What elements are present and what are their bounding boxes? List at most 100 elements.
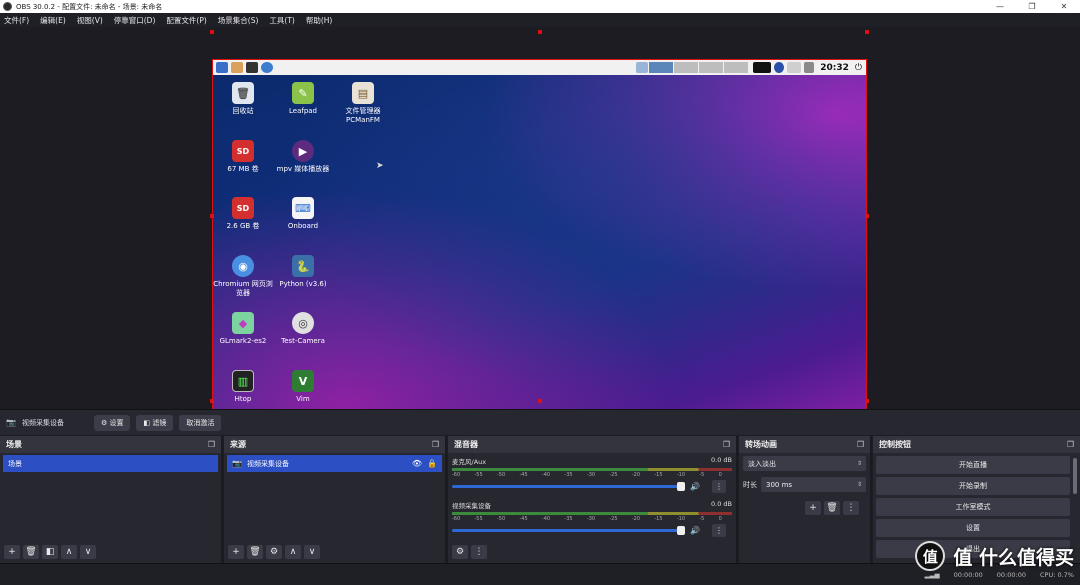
source-item-label: 视频采集设备 <box>246 459 289 468</box>
desktop-icon-glmark2[interactable]: ◆ GLmark2-es2 <box>213 312 273 346</box>
desktop-icon-htop[interactable]: ▥ Htop <box>213 370 273 404</box>
speaker-icon[interactable]: 🔊 <box>690 526 700 535</box>
desktop-icon-label: Leafpad <box>288 107 317 115</box>
audio-mixer-dock: 混音器 ❐ 麦克风/Aux 0.0 dB -60 -55 -50 -45 -40 -35 -3… <box>448 436 738 563</box>
minimize-button[interactable]: — <box>984 2 1016 11</box>
tick: -55 <box>474 472 483 478</box>
source-filters-button[interactable]: ◧ 滤镜 <box>136 414 174 431</box>
desktop-icon-vim[interactable]: V Vim <box>273 370 333 404</box>
move-down-button[interactable]: ∨ <box>304 545 320 559</box>
resize-handle-se[interactable] <box>865 399 869 403</box>
desktop-icon-trash[interactable]: 🗑 回收站 <box>213 82 273 116</box>
tick: -30 <box>586 472 596 478</box>
desktop-icon-pcmanfm[interactable]: ▤ 文件管理器 PCManFM <box>333 82 393 125</box>
menu-profile[interactable]: 配置文件(P) <box>166 15 206 26</box>
move-up-button[interactable]: ∧ <box>61 545 77 559</box>
add-transition-button[interactable]: + <box>805 501 821 515</box>
deactivate-button[interactable]: 取消激活 <box>179 414 222 431</box>
desktop-icon-test-camera[interactable]: ◎ Test-Camera <box>273 312 333 346</box>
undock-icon[interactable]: ❐ <box>857 440 864 449</box>
desktop-icon-label: mpv 媒体播放器 <box>276 165 330 173</box>
resize-handle-sw[interactable] <box>210 399 214 403</box>
studio-mode-button[interactable]: 工作室模式 <box>876 498 1070 516</box>
desktop-icon-python[interactable]: 🐍 Python (v3.6) <box>273 255 333 289</box>
menu-scene-collection[interactable]: 场景集合(S) <box>218 15 259 26</box>
close-button[interactable]: ✕ <box>1048 2 1080 11</box>
move-down-button[interactable]: ∨ <box>80 545 96 559</box>
mixer-title: 混音器 <box>454 440 478 449</box>
slider-knob[interactable] <box>677 526 685 535</box>
resize-handle-s[interactable] <box>538 399 542 403</box>
menu-tools[interactable]: 工具(T) <box>269 15 294 26</box>
tick: -50 <box>496 472 506 478</box>
transition-menu-button[interactable]: ⋮ <box>843 501 859 515</box>
undock-icon[interactable]: ❐ <box>1067 440 1074 449</box>
mixer-footer: ⚙ ⋮ <box>448 541 736 563</box>
volume-slider[interactable] <box>452 482 685 491</box>
resize-handle-nw[interactable] <box>210 30 214 34</box>
transitions-header: 转场动画 ❐ <box>739 436 870 453</box>
captured-desktop[interactable]: 20:32 ⏻ 🗑 回收站 ✎ Leafpad ▤ 文件管理器 PCManFM … <box>212 59 867 428</box>
resize-handle-ne[interactable] <box>865 30 869 34</box>
add-scene-button[interactable]: + <box>4 545 20 559</box>
scene-filters-button[interactable]: ◧ <box>42 545 58 559</box>
add-source-button[interactable]: + <box>228 545 244 559</box>
remove-transition-button[interactable]: 🗑 <box>824 501 840 515</box>
volume-slider[interactable] <box>452 526 685 535</box>
desktop-icon-label: Chromium 网页浏览器 <box>213 280 273 297</box>
remove-scene-button[interactable]: 🗑 <box>23 545 39 559</box>
desktop-icon-leafpad[interactable]: ✎ Leafpad <box>273 82 333 116</box>
scene-item[interactable]: 场景 <box>3 455 218 472</box>
desktop-icon-volume-2-6gb[interactable]: SD 2.6 GB 卷 <box>213 197 273 231</box>
remove-source-button[interactable]: 🗑 <box>247 545 263 559</box>
undock-icon[interactable]: ❐ <box>208 440 215 449</box>
start-menu-icon <box>216 62 228 73</box>
mixer-menu-button[interactable]: ⋮ <box>471 545 487 559</box>
visibility-eye-icon[interactable]: 👁 <box>412 459 422 468</box>
tick: -60 <box>452 516 461 522</box>
scenes-footer: + 🗑 ◧ ∧ ∨ <box>0 541 221 563</box>
speaker-icon[interactable]: 🔊 <box>690 482 700 491</box>
menu-file[interactable]: 文件(F) <box>4 15 29 26</box>
preview-area[interactable]: 20:32 ⏻ 🗑 回收站 ✎ Leafpad ▤ 文件管理器 PCManFM … <box>0 27 1080 428</box>
start-recording-button[interactable]: 开始录制 <box>876 477 1070 495</box>
desktop-icon-volume-67mb[interactable]: SD 67 MB 卷 <box>213 140 273 174</box>
menu-edit[interactable]: 编辑(E) <box>40 15 66 26</box>
tick: -50 <box>496 516 506 522</box>
transitions-title: 转场动画 <box>745 440 777 449</box>
desktop-icon-label: Vim <box>296 395 310 403</box>
advanced-audio-settings-button[interactable]: ⚙ <box>452 545 468 559</box>
move-up-button[interactable]: ∧ <box>285 545 301 559</box>
desktop-icon-onboard[interactable]: ⌨ Onboard <box>273 197 333 231</box>
channel-menu-button[interactable]: ⋮ <box>711 480 726 493</box>
resize-handle-e[interactable] <box>865 214 869 218</box>
undock-icon[interactable]: ❐ <box>723 440 730 449</box>
desktop-icon-chromium[interactable]: ◉ Chromium 网页浏览器 <box>213 255 273 298</box>
duration-spinbox[interactable]: 300 ms ⇕ <box>761 477 866 492</box>
duration-value: 300 ms <box>766 480 793 489</box>
undock-icon[interactable]: ❐ <box>432 440 439 449</box>
settings-button[interactable]: 设置 <box>876 519 1070 537</box>
channel-db: 0.0 dB <box>711 500 732 508</box>
resize-handle-n[interactable] <box>538 30 542 34</box>
resize-handle-w[interactable] <box>210 214 214 218</box>
start-streaming-button[interactable]: 开始直播 <box>876 456 1070 474</box>
slider-knob[interactable] <box>677 482 685 491</box>
channel-menu-button[interactable]: ⋮ <box>711 524 726 537</box>
lock-icon[interactable]: 🔒 <box>427 459 437 468</box>
menu-docks[interactable]: 停靠窗口(D) <box>114 15 156 26</box>
source-settings-button[interactable]: ⚙ 设置 <box>93 414 131 431</box>
tick: 0 <box>718 516 722 522</box>
menu-help[interactable]: 帮助(H) <box>306 15 333 26</box>
transition-type-select[interactable]: 淡入淡出 ⇕ <box>743 456 866 471</box>
controls-scrollbar[interactable] <box>1073 458 1077 494</box>
duration-row: 时长 300 ms ⇕ <box>743 474 866 495</box>
maximize-button[interactable]: ❐ <box>1016 2 1048 11</box>
chromium-icon: ◉ <box>232 255 254 277</box>
sources-dock: 来源 ❐ 📷 视频采集设备 👁 🔒 + 🗑 ⚙ ∧ ∨ <box>224 436 447 563</box>
source-item[interactable]: 📷 视频采集设备 👁 🔒 <box>227 455 442 472</box>
desktop-icon-mpv[interactable]: ▶ mpv 媒体播放器 <box>273 140 333 174</box>
menu-view[interactable]: 视图(V) <box>77 15 103 26</box>
vim-icon: V <box>292 370 314 392</box>
source-properties-button[interactable]: ⚙ <box>266 545 282 559</box>
